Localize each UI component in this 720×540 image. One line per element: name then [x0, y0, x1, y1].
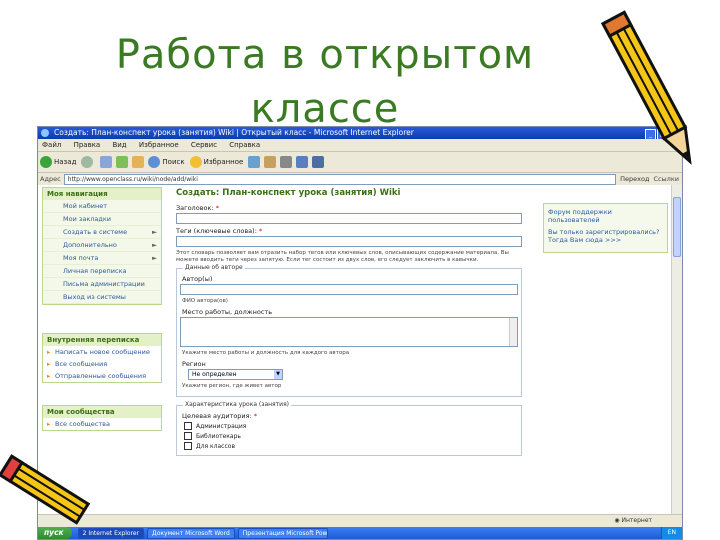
- menu-help[interactable]: Справка: [229, 141, 260, 149]
- toolbar: Назад Поиск Избранное: [38, 152, 682, 173]
- workplace-hint: Укажите место работы и должность для каж…: [182, 350, 350, 356]
- my-navigation-title: Моя навигация: [43, 188, 161, 200]
- menu-edit[interactable]: Правка: [74, 141, 101, 149]
- taskbar-item-word[interactable]: Документ Microsoft Word: [147, 527, 235, 539]
- page-title: Создать: План-конспект урока (занятия) W…: [176, 188, 401, 198]
- nav-item-more[interactable]: Дополнительно ►: [43, 239, 161, 252]
- forward-arrow-icon: [81, 156, 94, 168]
- taskbar: пуск 2 Internet Explorer Документ Micros…: [38, 527, 682, 539]
- keywords-label: Теги (ключевые слова): *: [176, 227, 263, 235]
- region-select[interactable]: Не определен ▼: [188, 369, 283, 380]
- history-icon[interactable]: [248, 156, 261, 168]
- pencil-decoration-icon: [600, 10, 692, 165]
- lesson-legend[interactable]: Характеристика урока (занятия): [183, 401, 292, 408]
- nav-item-mail[interactable]: Моя почта ►: [43, 252, 161, 265]
- audience-checkbox[interactable]: Администрация: [184, 422, 514, 430]
- back-button[interactable]: Назад: [40, 156, 76, 168]
- messages-title: Внутренняя переписка: [43, 334, 161, 346]
- ie-logo-icon: [41, 129, 49, 137]
- audience-label: Целевая аудитория: *: [182, 412, 258, 420]
- globe-icon: ◉: [614, 517, 620, 524]
- messages-block: Внутренняя переписка Написать новое сооб…: [42, 333, 162, 383]
- chevron-right-icon: ►: [152, 254, 157, 262]
- communities-block: Мои сообщества Все сообщества: [42, 405, 162, 431]
- textarea-scrollbar[interactable]: [509, 318, 517, 346]
- pencil-decoration-icon: [0, 454, 90, 525]
- search-button[interactable]: Поиск: [148, 156, 185, 168]
- address-input[interactable]: http://www.openclass.ru/wiki/node/add/wi…: [63, 173, 617, 185]
- authors-input[interactable]: [180, 284, 518, 295]
- page-scrollbar[interactable]: [671, 185, 682, 515]
- system-tray[interactable]: EN: [660, 527, 682, 539]
- audience-checkbox[interactable]: Библиотекарь: [184, 432, 514, 440]
- all-messages-link[interactable]: Все сообщения: [43, 358, 161, 370]
- right-panel: Форум поддержки пользователей Вы только …: [543, 203, 668, 253]
- support-forum-link[interactable]: Форум поддержки пользователей: [548, 208, 663, 224]
- all-communities-link[interactable]: Все сообщества: [43, 418, 161, 430]
- region-hint: Укажите регион, где живет автор: [182, 383, 282, 389]
- workplace-textarea[interactable]: [180, 317, 518, 347]
- authors-hint: ФИО автора(ов): [182, 298, 228, 304]
- communities-title: Мои сообщества: [43, 406, 161, 418]
- lesson-fieldset: Характеристика урока (занятия) Целевая а…: [176, 401, 522, 456]
- workplace-label: Место работы, должность: [182, 308, 273, 316]
- chevron-right-icon: ►: [152, 228, 157, 236]
- search-icon: [148, 156, 161, 168]
- back-arrow-icon: [40, 156, 52, 168]
- status-bar: ◉ Интернет: [38, 514, 682, 527]
- print-icon[interactable]: [280, 156, 293, 168]
- address-label: Адрес: [40, 175, 61, 183]
- title-input[interactable]: [176, 213, 522, 224]
- nav-item-bookmarks[interactable]: Мои закладки: [43, 213, 161, 226]
- scrollbar-thumb[interactable]: [673, 197, 681, 257]
- page-content: Моя навигация Мой кабинет Мои закладки С…: [38, 185, 672, 515]
- menu-tools[interactable]: Сервис: [191, 141, 217, 149]
- audience-checkbox[interactable]: Для классов: [184, 442, 514, 450]
- title-label: Заголовок: *: [176, 204, 219, 212]
- taskbar-item-powerpoint[interactable]: Презентация Microsoft PowerPoint: [237, 527, 328, 539]
- sent-messages-link[interactable]: Отправленные сообщения: [43, 370, 161, 382]
- menu-bar: Файл Правка Вид Избранное Сервис Справка: [38, 139, 682, 152]
- author-legend[interactable]: Данные об авторе: [183, 264, 245, 271]
- nav-item-private[interactable]: Личная переписка: [43, 265, 161, 278]
- favorites-button[interactable]: Избранное: [189, 156, 243, 168]
- new-users-link[interactable]: Вы только зарегистрировались? Тогда Вам …: [548, 228, 663, 244]
- menu-view[interactable]: Вид: [112, 141, 126, 149]
- nav-item-create[interactable]: Создать в системе ►: [43, 226, 161, 239]
- home-icon[interactable]: [132, 156, 145, 168]
- refresh-icon[interactable]: [116, 156, 129, 168]
- authors-label: Автор(ы): [182, 275, 213, 283]
- author-fieldset: Данные об авторе Автор(ы) ФИО автора(ов)…: [176, 264, 522, 397]
- star-icon: [189, 156, 202, 168]
- chevron-right-icon: ►: [152, 241, 157, 249]
- forward-button[interactable]: [81, 156, 95, 168]
- mail-icon[interactable]: [264, 156, 277, 168]
- chevron-down-icon: ▼: [274, 370, 282, 379]
- nav-item-cabinet[interactable]: Мой кабинет: [43, 200, 161, 213]
- new-message-link[interactable]: Написать новое сообщение: [43, 346, 161, 358]
- menu-file[interactable]: Файл: [42, 141, 61, 149]
- menu-favorites[interactable]: Избранное: [139, 141, 179, 149]
- messenger-icon[interactable]: [312, 156, 325, 168]
- stop-icon[interactable]: [100, 156, 113, 168]
- slide-title: Работа в открытом классе: [115, 32, 535, 132]
- main-form: Создать: План-конспект урока (занятия) W…: [174, 185, 524, 460]
- nav-item-logout[interactable]: Выход из системы: [43, 291, 161, 304]
- my-navigation-block: Моя навигация Мой кабинет Мои закладки С…: [42, 187, 162, 305]
- region-label: Регион: [182, 360, 206, 368]
- edit-icon[interactable]: [296, 156, 309, 168]
- browser-screenshot: Создать: План-конспект урока (занятия) W…: [37, 126, 683, 540]
- zone-indicator: ◉ Интернет: [614, 517, 652, 524]
- nav-item-admin-letters[interactable]: Письма администрации: [43, 278, 161, 291]
- keywords-input[interactable]: [176, 236, 522, 247]
- keywords-note: Этот словарь позволяет вам отразить набо…: [176, 250, 509, 263]
